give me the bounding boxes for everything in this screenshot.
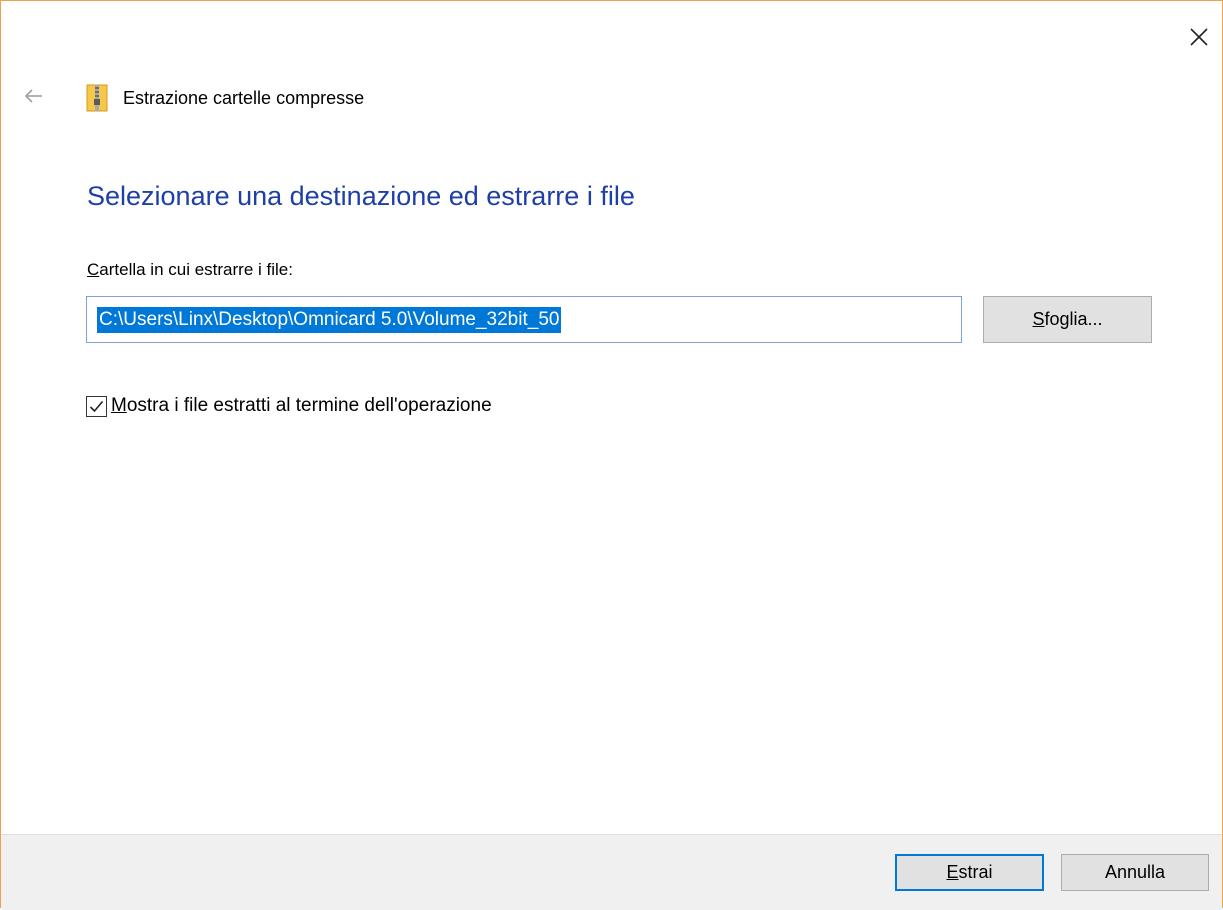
checkmark-icon <box>89 400 104 412</box>
browse-button-label: foglia... <box>1044 309 1103 329</box>
destination-label: Cartella in cui estrarre i file: <box>87 260 293 280</box>
browse-button[interactable]: Sfoglia... <box>983 296 1152 343</box>
extract-button[interactable]: Estrai <box>895 854 1044 891</box>
back-button[interactable] <box>19 81 49 111</box>
extract-button-access-key: E <box>946 862 959 882</box>
destination-label-text: artella in cui estrarre i file: <box>99 260 293 279</box>
show-files-label-text: ostra i file estratti al termine dell'op… <box>126 395 492 416</box>
show-files-checkbox[interactable] <box>86 395 107 417</box>
extract-dialog-window: Estrazione cartelle compresse Selezionar… <box>0 0 1223 910</box>
close-button[interactable] <box>1181 19 1217 55</box>
back-arrow-icon <box>24 89 42 103</box>
zip-folder-icon <box>85 84 109 112</box>
destination-path-input[interactable]: C:\Users\Linx\Desktop\Omnicard 5.0\Volum… <box>86 296 962 343</box>
close-icon <box>1190 28 1208 46</box>
show-files-label-access-key: M <box>111 395 127 416</box>
cancel-button[interactable]: Annulla <box>1061 854 1209 891</box>
destination-label-access-key: C <box>87 260 100 279</box>
show-files-option[interactable]: Mostra i file estratti al termine dell'o… <box>86 395 492 417</box>
destination-path-value: C:\Users\Linx\Desktop\Omnicard 5.0\Volum… <box>97 306 562 333</box>
window-title: Estrazione cartelle compresse <box>123 87 365 108</box>
page-heading: Selezionare una destinazione ed estrarre… <box>87 181 635 211</box>
extract-button-label: strai <box>958 862 993 882</box>
browse-button-access-key: S <box>1032 309 1045 329</box>
window-title-area: Estrazione cartelle compresse <box>85 82 364 114</box>
show-files-label: Mostra i file estratti al termine dell'o… <box>111 395 492 417</box>
